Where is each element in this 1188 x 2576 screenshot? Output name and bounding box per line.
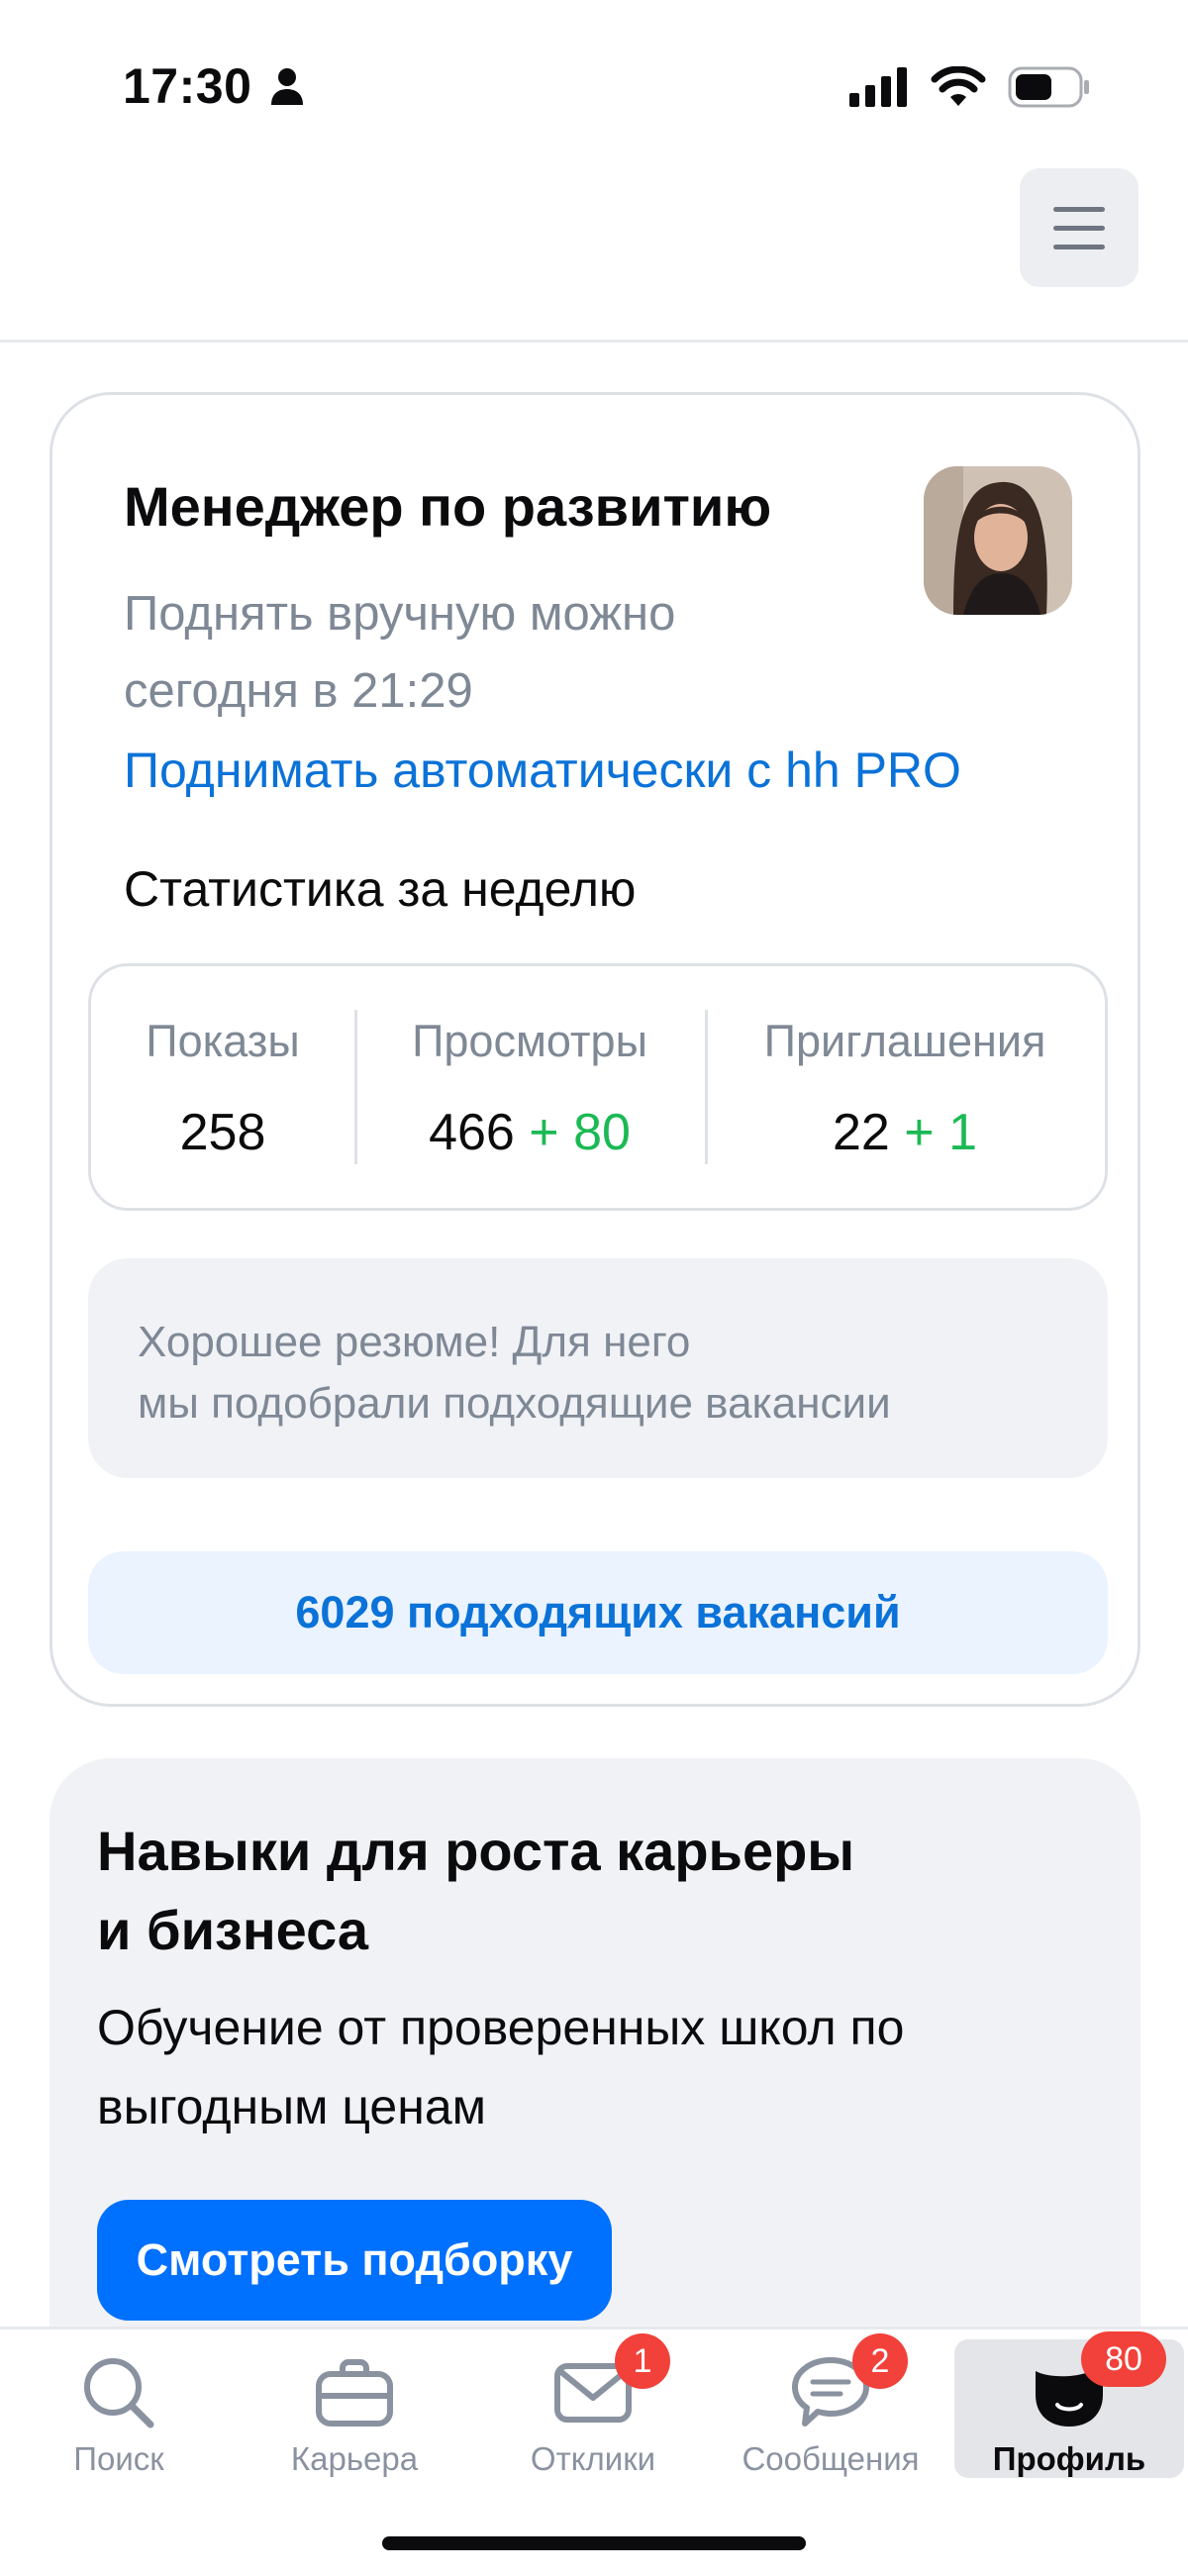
stat-label: Просмотры bbox=[412, 1016, 647, 1066]
stat-label: Приглашения bbox=[763, 1016, 1046, 1066]
tab-label: Профиль bbox=[992, 2440, 1146, 2477]
stat-impressions: Показы 258 bbox=[91, 966, 354, 1208]
hh-pro-link[interactable]: Поднимать автоматически с hh PRO bbox=[124, 742, 961, 799]
status-time: 17:30 bbox=[123, 58, 252, 114]
weekly-stats: Показы 258 Просмотры 466 + 80 Приглашени… bbox=[88, 963, 1108, 1211]
notification-badge: 2 bbox=[852, 2333, 908, 2389]
tab-label: Карьера bbox=[290, 2440, 419, 2477]
stats-title: Статистика за неделю bbox=[124, 861, 637, 917]
stat-label: Показы bbox=[146, 1016, 300, 1066]
notification-badge: 80 bbox=[1081, 2331, 1166, 2387]
avatar bbox=[924, 466, 1072, 615]
skills-subtitle: Обучение от проверенных школ по выгодным… bbox=[97, 2000, 905, 2134]
briefcase-icon bbox=[316, 2359, 393, 2427]
good-resume-banner: Хорошее резюме! Для него мы подобрали по… bbox=[88, 1258, 1108, 1478]
matching-vacancies-button[interactable]: 6029 подходящих вакансий bbox=[88, 1551, 1108, 1674]
tab-search[interactable]: Поиск bbox=[4, 2339, 234, 2478]
tab-career[interactable]: Карьера bbox=[240, 2339, 469, 2478]
tab-label: Поиск bbox=[73, 2440, 164, 2477]
tab-messages[interactable]: 2 Сообщения bbox=[716, 2333, 945, 2478]
stat-delta: + 1 bbox=[904, 1104, 978, 1161]
menu-button[interactable] bbox=[1020, 168, 1138, 287]
raise-info-text: Поднять вручную можно сегодня в 21:29 bbox=[124, 587, 676, 718]
stat-views: Просмотры 466 + 80 bbox=[354, 966, 705, 1208]
person-icon bbox=[271, 68, 303, 105]
stat-delta: + 80 bbox=[529, 1104, 631, 1161]
top-header bbox=[0, 149, 1188, 343]
tab-label: Сообщения bbox=[742, 2440, 920, 2477]
notification-badge: 1 bbox=[615, 2333, 670, 2389]
search-icon bbox=[84, 2358, 154, 2428]
good-resume-text: Хорошее резюме! Для него мы подобрали по… bbox=[138, 1318, 891, 1428]
wifi-icon bbox=[931, 66, 986, 106]
resume-card[interactable]: Менеджер по развитию Поднять вручную мож… bbox=[50, 392, 1140, 1707]
screen: 17:30 Менеджер по развитию Поднять вручн… bbox=[0, 0, 1188, 2576]
status-icons bbox=[849, 63, 1091, 111]
stat-value: 258 bbox=[179, 1104, 266, 1161]
view-selection-button[interactable]: Смотреть подборку bbox=[97, 2200, 612, 2321]
skills-promo-card: Навыки для роста карьеры и бизнеса Обуче… bbox=[50, 1758, 1140, 2372]
tab-profile[interactable]: 80 Профиль bbox=[954, 2331, 1184, 2478]
hamburger-icon bbox=[1053, 206, 1105, 212]
status-bar: 17:30 bbox=[0, 0, 1188, 149]
resume-title[interactable]: Менеджер по развитию bbox=[124, 474, 771, 539]
tab-responses[interactable]: 1 Отклики bbox=[478, 2333, 708, 2478]
stat-invitations: Приглашения 22 + 1 bbox=[705, 966, 1105, 1208]
stat-value: 22 bbox=[832, 1104, 890, 1161]
home-indicator bbox=[382, 2536, 806, 2550]
battery-icon bbox=[1008, 66, 1089, 108]
skills-title: Навыки для роста карьеры и бизнеса bbox=[97, 1820, 855, 1961]
tab-label: Отклики bbox=[530, 2440, 656, 2477]
signal-icon bbox=[849, 67, 907, 107]
stat-value: 466 bbox=[429, 1104, 515, 1161]
